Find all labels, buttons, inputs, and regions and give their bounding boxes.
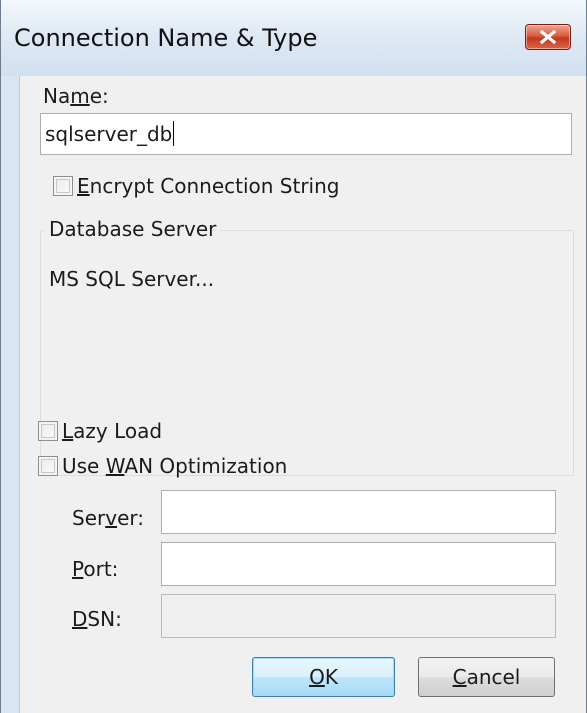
name-input[interactable]: sqlserver_db bbox=[40, 113, 572, 155]
dsn-label: DSN: bbox=[72, 607, 122, 631]
dsn-input[interactable] bbox=[161, 594, 556, 638]
title-bar[interactable]: Connection Name & Type bbox=[1, 0, 586, 76]
encrypt-label[interactable]: Encrypt Connection String bbox=[77, 174, 339, 198]
server-input[interactable] bbox=[161, 490, 556, 534]
database-server-group-title: Database Server bbox=[45, 217, 221, 241]
name-input-value: sqlserver_db bbox=[45, 122, 173, 146]
connection-dialog: Connection Name & Type Name: sqlserver_d… bbox=[0, 0, 587, 713]
port-input[interactable] bbox=[161, 542, 556, 586]
wan-optimization-checkbox[interactable] bbox=[38, 456, 58, 476]
close-icon bbox=[539, 30, 557, 44]
ok-button[interactable]: OK bbox=[252, 657, 395, 697]
server-label: Server: bbox=[72, 506, 144, 530]
name-label: Name: bbox=[43, 84, 109, 108]
wan-optimization-label[interactable]: Use WAN Optimization bbox=[62, 454, 287, 478]
encrypt-checkbox[interactable] bbox=[53, 176, 73, 196]
text-caret bbox=[173, 121, 175, 146]
lazy-load-label[interactable]: Lazy Load bbox=[62, 419, 162, 443]
database-server-value[interactable]: MS SQL Server... bbox=[49, 267, 214, 291]
dialog-title: Connection Name & Type bbox=[14, 24, 318, 52]
port-label: Port: bbox=[72, 557, 119, 581]
cancel-button[interactable]: Cancel bbox=[418, 657, 555, 697]
lazy-load-checkbox[interactable] bbox=[38, 421, 58, 441]
close-button[interactable] bbox=[525, 24, 571, 50]
dialog-body: Name: sqlserver_db Encrypt Connection St… bbox=[19, 76, 586, 713]
